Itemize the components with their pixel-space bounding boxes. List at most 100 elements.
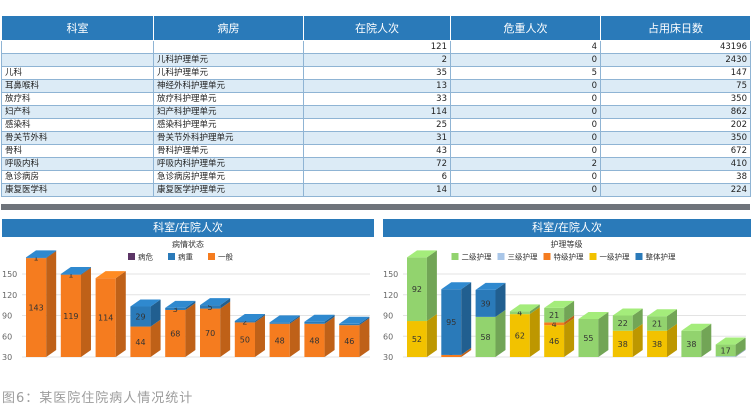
table-header-row: 科室 病房 在院人次 危重人次 占用床日数 [1, 15, 751, 41]
legend-title: 病情状态 [172, 239, 204, 249]
y-tick-label: 90 [2, 312, 12, 321]
header-inpatients[interactable]: 在院人次 [303, 15, 451, 41]
cell-inpatients: 72 [303, 157, 451, 171]
cell-bed-days: 224 [600, 183, 751, 197]
cell-ward: 儿科护理单元 [153, 66, 304, 80]
bar-side [254, 315, 265, 357]
legend-swatch-4 [635, 253, 643, 260]
right-chart-title: 科室/在院人次 [383, 219, 751, 237]
cell-department: 呼吸内科 [1, 157, 154, 171]
bar-segment [304, 321, 325, 324]
bar-data-label: 46 [549, 337, 559, 346]
cell-department [1, 40, 154, 54]
cell-inpatients: 2 [303, 53, 451, 67]
cell-bed-days: 2430 [600, 53, 751, 67]
cell-department: 放疗科 [1, 92, 154, 106]
table-row[interactable]: 急诊病房 急诊病房护理单元 6 0 38 [1, 170, 751, 184]
cell-ward: 急诊病房护理单元 [153, 170, 304, 184]
table-row[interactable]: 呼吸内科 呼吸内科护理单元 72 2 410 [1, 157, 751, 171]
header-critical[interactable]: 危重人次 [450, 15, 601, 41]
bar-data-label: 52 [412, 335, 422, 344]
header-ward[interactable]: 病房 [153, 15, 304, 41]
bar-side [495, 309, 506, 357]
bar-data-label: 22 [618, 319, 628, 328]
cell-inpatients: 33 [303, 92, 451, 106]
cell-bed-days: 862 [600, 105, 751, 119]
cell-critical: 2 [450, 157, 601, 171]
y-tick-label: 60 [383, 332, 393, 341]
bar-data-label: 38 [686, 340, 696, 349]
cell-inpatients: 121 [303, 40, 451, 54]
cell-department: 儿科 [1, 66, 154, 80]
cell-bed-days: 410 [600, 157, 751, 171]
table-row[interactable]: 骨科 骨科护理单元 43 0 672 [1, 144, 751, 158]
legend-label-4: 整体护理 [646, 252, 676, 262]
bar-side [529, 307, 540, 357]
table-row[interactable]: 耳鼻喉科 神经外科护理单元 13 0 75 [1, 79, 751, 93]
table-row[interactable]: 放疗科 放疗科护理单元 33 0 350 [1, 92, 751, 106]
cell-bed-days: 202 [600, 118, 751, 132]
bar-side [80, 267, 91, 357]
cell-critical: 4 [450, 40, 601, 54]
legend-swatch-2 [543, 253, 551, 260]
bar-side [426, 250, 437, 322]
legend-swatch-1 [168, 253, 175, 260]
y-tick-label: 150 [2, 270, 17, 279]
bar-side [115, 271, 126, 357]
bar-data-label: 92 [412, 285, 422, 294]
bar-data-label: 46 [344, 337, 354, 346]
legend-label-2: 一般 [218, 252, 233, 262]
cell-critical: 0 [450, 131, 601, 145]
cell-department: 骨关节外科 [1, 131, 154, 145]
cell-department: 骨科 [1, 144, 154, 158]
bar-data-label: 48 [309, 336, 319, 345]
cell-bed-days: 350 [600, 92, 751, 106]
bar-segment [269, 322, 290, 324]
bar-side [185, 302, 196, 357]
table-row[interactable]: 妇产科 妇产科护理单元 114 0 862 [1, 105, 751, 119]
legend-label-0: 病危 [138, 252, 153, 262]
legend-swatch-1 [497, 253, 505, 260]
cell-ward [153, 40, 304, 54]
cell-ward: 康复医学护理单元 [153, 183, 304, 197]
cell-critical: 0 [450, 170, 601, 184]
cell-inpatients: 43 [303, 144, 451, 158]
cell-inpatients: 14 [303, 183, 451, 197]
header-department[interactable]: 科室 [1, 15, 154, 41]
cell-ward: 妇产科护理单元 [153, 105, 304, 119]
bar-data-label: 50 [240, 336, 250, 345]
section-divider [1, 204, 750, 210]
bar-data-label: 62 [515, 332, 525, 341]
cell-bed-days: 75 [600, 79, 751, 93]
table-row[interactable]: 感染科 感染科护理单元 25 0 202 [1, 118, 751, 132]
bar-data-label: 55 [583, 334, 593, 343]
cell-critical: 0 [450, 79, 601, 93]
cell-department: 感染科 [1, 118, 154, 132]
bar-data-label: 29 [135, 313, 145, 322]
cell-ward: 儿科护理单元 [153, 53, 304, 67]
table-row[interactable]: 康复医学科 康复医学护理单元 14 0 224 [1, 183, 751, 197]
cell-inpatients: 13 [303, 79, 451, 93]
y-tick-label: 90 [383, 312, 393, 321]
bar-data-label: 58 [480, 333, 490, 342]
table-row[interactable]: 121 4 43196 [1, 40, 751, 54]
bar-segment [715, 356, 736, 357]
bar-data-label: 95 [446, 318, 456, 327]
bar-data-label: 70 [205, 329, 215, 338]
cell-inpatients: 31 [303, 131, 451, 145]
bar-segment [339, 323, 360, 326]
table-row[interactable]: 骨关节外科 骨关节外科护理单元 31 0 350 [1, 131, 751, 145]
cell-ward: 神经外科护理单元 [153, 79, 304, 93]
left-chart-title: 科室/在院人次 [2, 219, 374, 237]
cell-bed-days: 350 [600, 131, 751, 145]
y-tick-label: 120 [383, 291, 398, 300]
y-tick-label: 30 [2, 353, 12, 361]
cell-bed-days: 38 [600, 170, 751, 184]
bar-side [324, 316, 335, 357]
table-row[interactable]: 儿科护理单元 2 0 2430 [1, 53, 751, 67]
table-row[interactable]: 儿科 儿科护理单元 35 5 147 [1, 66, 751, 80]
header-bed-days[interactable]: 占用床日数 [600, 15, 751, 41]
bar-data-label: 143 [28, 304, 43, 313]
bar-data-label: 21 [652, 319, 662, 328]
cell-bed-days: 43196 [600, 40, 751, 54]
